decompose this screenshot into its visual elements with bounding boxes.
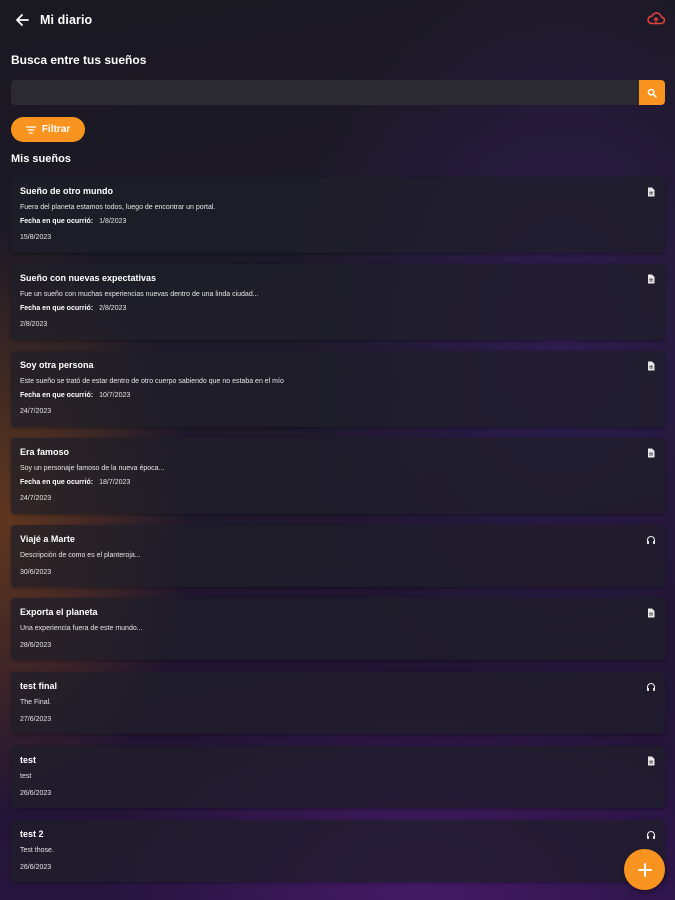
dream-card[interactable]: test test 26/6/2023 (11, 746, 665, 808)
app-bar: Mi diario (0, 0, 675, 42)
dream-card[interactable]: test 2 Test those. 26/6/2023 (11, 820, 665, 882)
dream-title: Viajé a Marte (20, 534, 75, 544)
back-button[interactable] (13, 11, 31, 29)
document-icon (648, 187, 655, 197)
dream-card[interactable]: Exporta el planeta Una experiencia fuera… (11, 598, 665, 660)
dream-description: Fue un sueño con muchas experiencias nue… (20, 291, 259, 298)
dream-description: Este sueño se trató de estar dentro de o… (20, 378, 284, 385)
page-title: Mi diario (40, 13, 93, 27)
search-section-title: Busca entre tus sueños (11, 53, 147, 67)
dream-title: test (20, 755, 37, 765)
dream-occurred: Fecha en que ocurrió: 2/8/2023 (20, 305, 126, 312)
dream-date: 26/6/2023 (20, 864, 52, 871)
search-icon (647, 88, 657, 98)
cloud-upload-icon (647, 12, 666, 25)
occurred-date: 2/8/2023 (99, 305, 127, 312)
dream-description: test (20, 773, 32, 780)
dream-title: test final (20, 681, 58, 691)
occurred-date: 18/7/2023 (99, 479, 131, 486)
dream-title: Era famoso (20, 447, 70, 457)
search-button[interactable] (639, 80, 665, 105)
dream-description: The Final. (20, 699, 52, 706)
dream-description: Soy un personaje famoso de la nueva époc… (20, 465, 165, 472)
dream-date: 27/6/2023 (20, 716, 52, 723)
occurred-label: Fecha en que ocurrió: (20, 479, 94, 486)
filter-icon (25, 125, 36, 134)
add-dream-button[interactable] (624, 849, 665, 890)
dream-date: 24/7/2023 (20, 408, 52, 415)
occurred-label: Fecha en que ocurrió: (20, 305, 94, 312)
dream-description: Test those. (20, 847, 54, 854)
occurred-date: 1/8/2023 (99, 218, 127, 225)
occurred-date: 10/7/2023 (99, 392, 131, 399)
dream-date: 26/6/2023 (20, 790, 52, 797)
dream-date: 28/6/2023 (20, 642, 52, 649)
dream-date: 2/8/2023 (20, 321, 48, 328)
dream-card[interactable]: Viajé a Marte Descripción de como es el … (11, 525, 665, 587)
dream-date: 30/6/2023 (20, 569, 52, 576)
document-icon (648, 608, 655, 618)
filter-button[interactable]: Filtrar (11, 117, 85, 142)
plus-icon (637, 862, 652, 877)
dream-title: Sueño con nuevas expectativas (20, 273, 157, 283)
dream-card[interactable]: Sueño de otro mundo Fuera del planeta es… (11, 177, 665, 253)
document-icon (648, 448, 655, 458)
dream-card[interactable]: Soy otra persona Este sueño se trató de … (11, 351, 665, 427)
dream-description: Fuera del planeta estamos todos, luego d… (20, 204, 216, 211)
headphones-icon (646, 830, 656, 839)
dream-date: 15/8/2023 (20, 234, 52, 241)
filter-button-label: Filtrar (41, 124, 71, 135)
dream-occurred: Fecha en que ocurrió: 10/7/2023 (20, 392, 130, 399)
cloud-sync-button[interactable] (647, 11, 666, 27)
dream-title: test 2 (20, 829, 44, 839)
headphones-icon (646, 682, 656, 691)
search-input[interactable] (11, 80, 639, 105)
document-icon (648, 361, 655, 371)
dream-title: Soy otra persona (20, 360, 94, 370)
dream-title: Sueño de otro mundo (20, 186, 113, 196)
search-bar (11, 80, 665, 105)
dream-description: Descripción de como es el planteroja... (20, 552, 141, 559)
dream-card[interactable]: Era famoso Soy un personaje famoso de la… (11, 438, 665, 514)
document-icon (648, 274, 655, 284)
dream-occurred: Fecha en que ocurrió: 18/7/2023 (20, 479, 130, 486)
dream-card[interactable]: Sueño con nuevas expectativas Fue un sue… (11, 264, 665, 340)
document-icon (648, 756, 655, 766)
dream-date: 24/7/2023 (20, 495, 52, 502)
dream-description: Una experiencia fuera de este mundo... (20, 625, 143, 632)
occurred-label: Fecha en que ocurrió: (20, 218, 94, 225)
dream-card[interactable]: test final The Final. 27/6/2023 (11, 672, 665, 734)
dream-title: Exporta el planeta (20, 607, 98, 617)
occurred-label: Fecha en que ocurrió: (20, 392, 94, 399)
headphones-icon (646, 535, 656, 544)
arrow-left-icon (16, 14, 29, 26)
dream-occurred: Fecha en que ocurrió: 1/8/2023 (20, 218, 126, 225)
dreams-section-title: Mis sueños (11, 153, 71, 165)
